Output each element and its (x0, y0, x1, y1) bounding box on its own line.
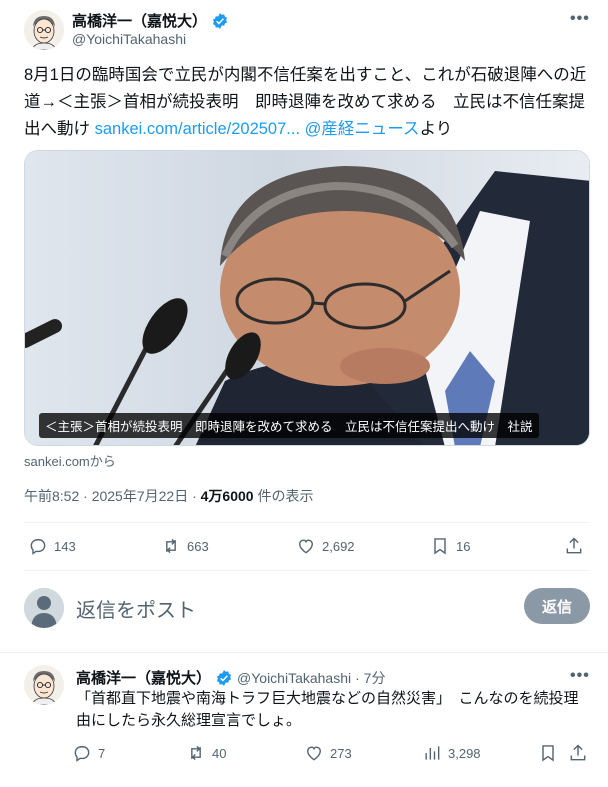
reply-button[interactable]: 143 (28, 536, 76, 556)
verified-badge-icon (212, 12, 228, 29)
reply-input[interactable]: 返信をポスト (76, 594, 196, 623)
reply-text: 「首都直下地震や南海トラフ巨大地震などの自然災害」 こんなのを続投理由にしたら永… (76, 690, 579, 729)
post-meta: 午前8:52 · 2025年7月22日 · 4万6000 件の表示 (24, 486, 313, 506)
views-label: 件の表示 (253, 488, 314, 504)
reply-actions: 7 40 273 3,298 (72, 741, 590, 769)
divider (24, 522, 590, 523)
views-count: 4万6000 (200, 488, 254, 504)
repost-icon (166, 538, 176, 554)
share-button[interactable] (564, 536, 584, 556)
repost-count: 663 (187, 538, 209, 554)
repost-button[interactable]: 40 (186, 743, 226, 763)
share-icon (570, 744, 586, 761)
like-icon (299, 539, 313, 554)
repost-count: 40 (212, 745, 227, 761)
reply-composer: 返信をポスト 返信 (24, 586, 590, 630)
post-text: 8月1日の臨時国会で立民が内閣不信任案を出すこと、これが石破退陣への近道→＜主張… (24, 62, 592, 143)
mention-link[interactable]: @産経ニュース (300, 120, 420, 138)
reply-button[interactable]: 7 (72, 743, 105, 763)
reply-count: 7 (98, 745, 106, 761)
like-button[interactable]: 2,692 (296, 536, 355, 556)
views-button[interactable]: 3,298 (422, 743, 481, 763)
like-count: 273 (330, 745, 352, 761)
author-name-row: 高橋洋一（嘉悦大） (72, 10, 229, 31)
reply-author-name[interactable]: 高橋洋一（嘉悦大） (76, 667, 211, 688)
avatar-illustration (24, 10, 64, 50)
reply-icon (30, 539, 46, 555)
bookmark-button[interactable] (538, 743, 558, 763)
reply-submit-button[interactable]: 返信 (524, 588, 590, 624)
default-avatar-icon (24, 588, 64, 628)
avatar-illustration (24, 665, 64, 705)
media-caption: ＜主張＞首相が続投表明 即時退陣を改めて求める 立民は不信任案提出へ動け 社説 (39, 413, 539, 438)
bookmark-icon (434, 538, 446, 555)
post-actions: 143 663 2,692 16 (24, 533, 590, 561)
author-avatar[interactable] (24, 10, 64, 50)
like-button[interactable]: 273 (304, 743, 352, 763)
bookmark-icon (542, 745, 554, 762)
divider (24, 570, 590, 571)
bookmark-button[interactable]: 16 (430, 536, 470, 556)
share-button[interactable] (568, 743, 588, 763)
reply-author-row: 高橋洋一（嘉悦大） @YoichiTakahashi · 7分 (76, 667, 385, 688)
like-count: 2,692 (322, 538, 355, 554)
repost-icon (191, 745, 201, 761)
reply-time[interactable]: · 7分 (355, 668, 385, 688)
link-source[interactable]: sankei.comから (24, 451, 116, 470)
link-card-image[interactable]: ＜主張＞首相が続投表明 即時退陣を改めて求める 立民は不信任案提出へ動け 社説 (24, 150, 590, 446)
author-name[interactable]: 高橋洋一（嘉悦大） (72, 10, 207, 31)
bookmark-count: 16 (456, 538, 471, 554)
current-user-avatar[interactable] (24, 588, 64, 628)
author-handle[interactable]: @YoichiTakahashi (72, 31, 186, 47)
verified-badge-icon (216, 669, 232, 686)
reply-icon (74, 746, 90, 762)
share-icon (566, 537, 582, 554)
reply-author-handle[interactable]: @YoichiTakahashi (237, 670, 351, 686)
more-icon[interactable]: ••• (570, 667, 590, 685)
reply-count: 143 (54, 538, 76, 554)
like-icon (307, 746, 321, 761)
views-count: 3,298 (448, 745, 481, 761)
article-link[interactable]: sankei.com/article/202507... (95, 120, 300, 138)
reply-author-avatar[interactable] (24, 665, 64, 705)
repost-button[interactable]: 663 (161, 536, 209, 556)
views-icon (425, 746, 440, 760)
post-timestamp[interactable]: 午前8:52 · 2025年7月22日 · (24, 488, 201, 504)
post-body-end: より (419, 120, 453, 138)
more-icon[interactable]: ••• (570, 10, 590, 28)
thread-divider (0, 652, 608, 653)
news-photo (25, 151, 589, 445)
